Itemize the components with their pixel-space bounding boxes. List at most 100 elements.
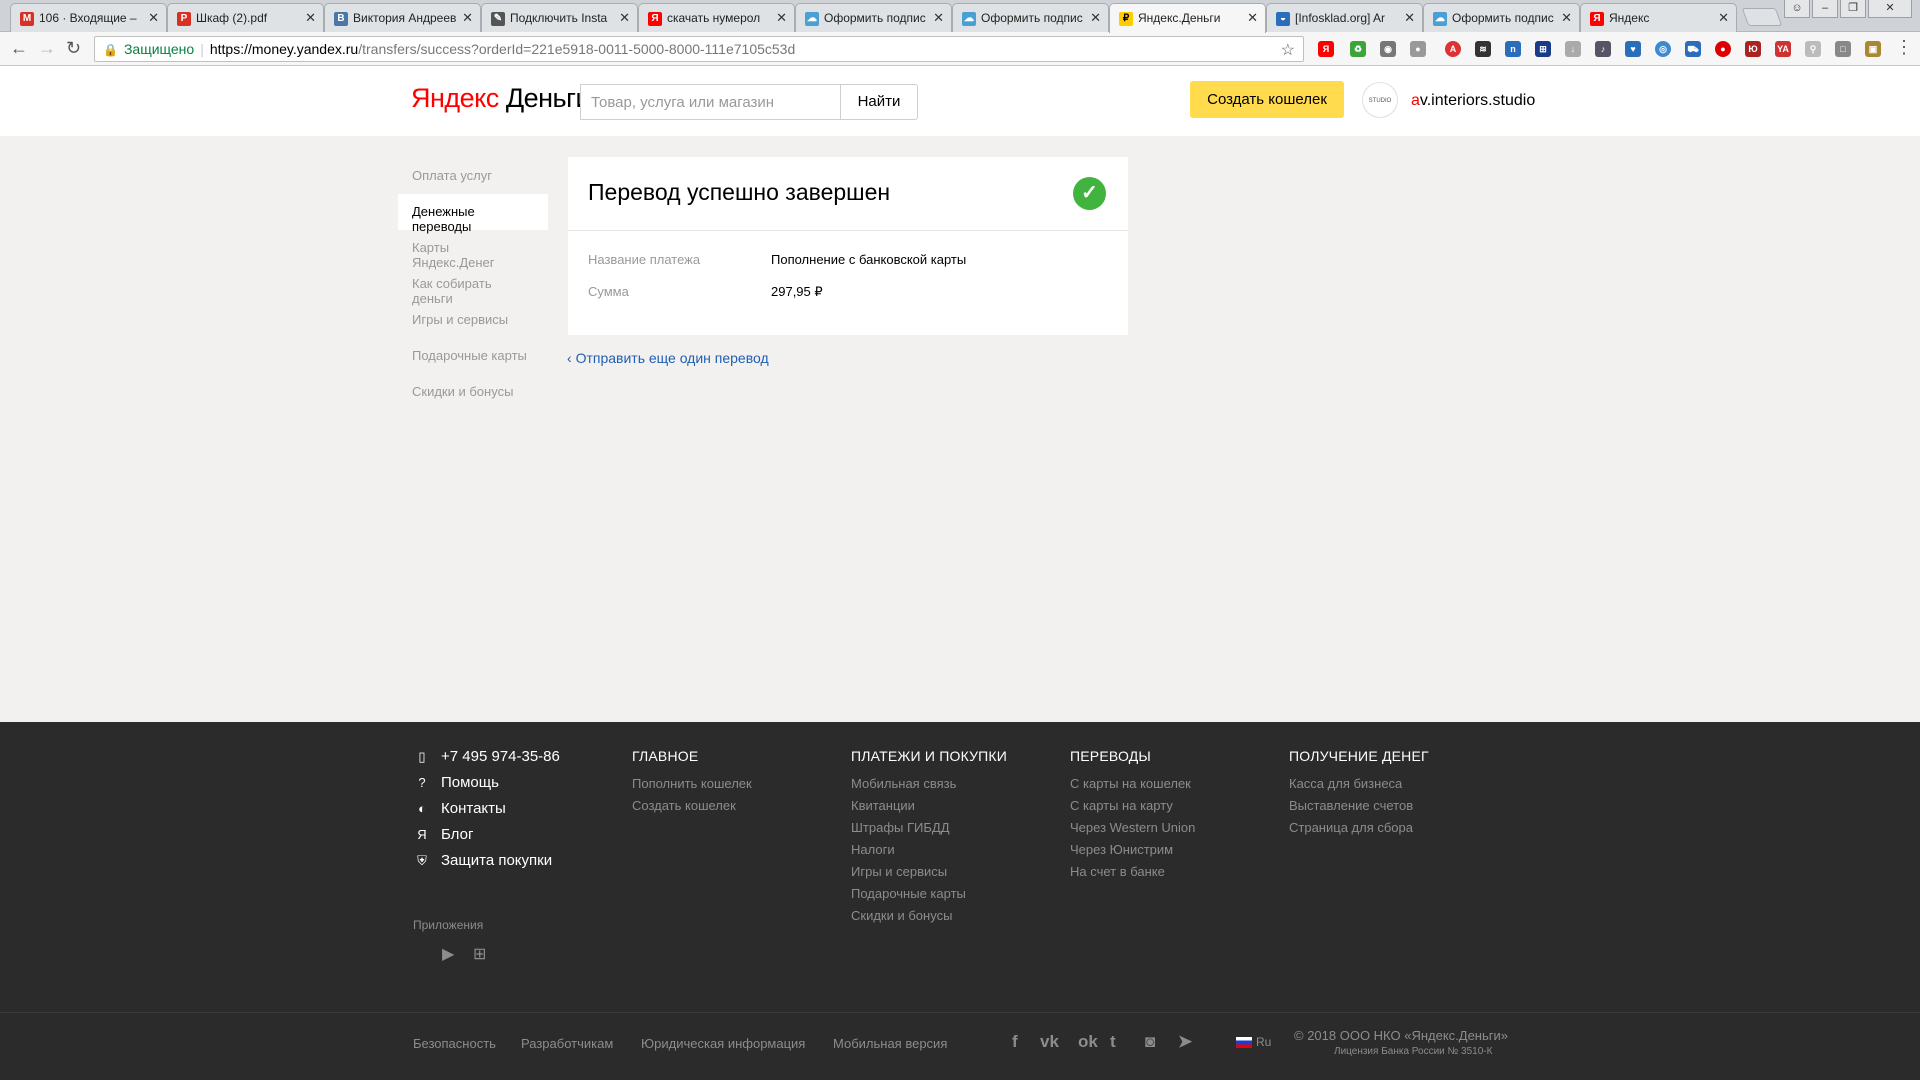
browser-menu-icon[interactable]: ⋮ xyxy=(1895,37,1913,58)
close-tab-icon[interactable]: ✕ xyxy=(1561,10,1572,26)
adblock-icon[interactable]: A xyxy=(1445,41,1461,57)
footer-link[interactable]: Касса для бизнеса xyxy=(1289,776,1429,798)
extension-icon[interactable]: YA xyxy=(1775,41,1791,57)
close-tab-icon[interactable]: ✕ xyxy=(462,10,473,26)
search-button[interactable]: Найти xyxy=(840,84,918,120)
footer-blog[interactable]: Я Блог xyxy=(413,826,473,843)
footer-contacts[interactable]: ◐ Контакты xyxy=(413,800,506,817)
browser-tab[interactable]: M 106 · Входящие – ✕ xyxy=(10,3,167,32)
close-tab-icon[interactable]: ✕ xyxy=(933,10,944,26)
extension-icon[interactable]: ● xyxy=(1410,41,1426,57)
footer-purchase-protection[interactable]: ⛨ Защита покупки xyxy=(413,852,552,869)
sidebar-item-collect[interactable]: Как собирать деньги xyxy=(398,266,548,306)
footer-link-security[interactable]: Безопасность xyxy=(413,1036,496,1051)
footer-link[interactable]: Страница для сбора xyxy=(1289,820,1429,842)
forward-icon[interactable]: → xyxy=(38,38,56,59)
odnoklassniki-icon[interactable]: ok xyxy=(1078,1032,1098,1052)
reload-icon[interactable]: ↻ xyxy=(66,38,81,59)
extension-icon[interactable]: n xyxy=(1505,41,1521,57)
telegram-icon[interactable]: ➤ xyxy=(1178,1032,1192,1052)
sidebar-item-cards[interactable]: Карты Яндекс.Денег xyxy=(398,230,548,270)
browser-tab-active[interactable]: ₽ Яндекс.Деньги ✕ xyxy=(1109,3,1266,33)
profile-icon[interactable]: ☺ xyxy=(1784,0,1810,18)
sound-extension-icon[interactable]: ♪ xyxy=(1595,41,1611,57)
yandex-extension-icon[interactable]: Я xyxy=(1318,41,1334,57)
footer-phone[interactable]: ▯ +7 495 974-35-86 xyxy=(413,748,559,765)
sidebar-item-gift-cards[interactable]: Подарочные карты xyxy=(398,338,548,374)
address-bar[interactable]: 🔒 Защищено | https://money.yandex.ru/transf… xyxy=(94,36,1304,62)
sidebar-item-discounts[interactable]: Скидки и бонусы xyxy=(398,374,548,410)
instagram-icon[interactable]: ◙ xyxy=(1145,1032,1155,1052)
create-wallet-button[interactable]: Создать кошелек xyxy=(1190,81,1344,118)
footer-link[interactable]: С карты на кошелек xyxy=(1070,776,1195,798)
footer-link[interactable]: С карты на карту xyxy=(1070,798,1195,820)
footer-link[interactable]: На счет в банке xyxy=(1070,864,1195,886)
extension-icon[interactable]: ⚲ xyxy=(1805,41,1821,57)
footer-link-legal[interactable]: Юридическая информация xyxy=(641,1036,805,1051)
extension-icon[interactable]: ▣ xyxy=(1865,41,1881,57)
extension-icon[interactable]: ◎ xyxy=(1655,41,1671,57)
avatar[interactable]: STUDIO xyxy=(1362,82,1398,118)
extension-icon[interactable]: ● xyxy=(1715,41,1731,57)
google-play-icon[interactable]: ▶ xyxy=(442,944,454,964)
sidebar-item-transfers[interactable]: Денежные переводы xyxy=(398,194,548,234)
minimize-icon[interactable]: – xyxy=(1812,0,1838,18)
sidebar-item-games[interactable]: Игры и сервисы xyxy=(398,302,548,338)
footer-help[interactable]: ? Помощь xyxy=(413,774,499,791)
new-tab-button[interactable] xyxy=(1741,8,1783,26)
footer-link[interactable]: Выставление счетов xyxy=(1289,798,1429,820)
footer-link-mobile[interactable]: Мобильная версия xyxy=(833,1036,947,1051)
footer-link[interactable]: Через Юнистрим xyxy=(1070,842,1195,864)
footer-link-developers[interactable]: Разработчикам xyxy=(521,1036,613,1051)
logo[interactable]: Яндекс Деньги xyxy=(411,83,591,114)
footer-link[interactable]: Скидки и бонусы xyxy=(851,908,1007,930)
footer-link[interactable]: Через Western Union xyxy=(1070,820,1195,842)
close-tab-icon[interactable]: ✕ xyxy=(1090,10,1101,26)
bookmark-star-icon[interactable]: ☆ xyxy=(1281,40,1295,60)
footer-link[interactable]: Игры и сервисы xyxy=(851,864,1007,886)
close-tab-icon[interactable]: ✕ xyxy=(619,10,630,26)
download-extension-icon[interactable]: ↓ xyxy=(1565,41,1581,57)
footer-link[interactable]: Налоги xyxy=(851,842,1007,864)
footer-link[interactable]: Подарочные карты xyxy=(851,886,1007,908)
vk-icon[interactable]: vk xyxy=(1040,1032,1059,1052)
language-selector[interactable]: Ru xyxy=(1236,1035,1271,1049)
footer-link[interactable]: Пополнить кошелек xyxy=(632,776,752,798)
camera-extension-icon[interactable]: ◉ xyxy=(1380,41,1396,57)
browser-tab[interactable]: Я Яндекс ✕ xyxy=(1580,3,1737,32)
extension-icon[interactable]: ⊞ xyxy=(1535,41,1551,57)
close-tab-icon[interactable]: ✕ xyxy=(148,10,159,26)
browser-tab[interactable]: ☁ Оформить подпис ✕ xyxy=(952,3,1109,32)
windows-icon[interactable]: ⊞ xyxy=(473,944,486,964)
username[interactable]: av.interiors.studio xyxy=(1411,92,1535,110)
browser-tab[interactable]: ☁ Оформить подпис ✕ xyxy=(795,3,952,32)
close-tab-icon[interactable]: ✕ xyxy=(776,10,787,26)
cart-extension-icon[interactable]: ⛟ xyxy=(1685,41,1701,57)
browser-tab[interactable]: ✎ Подключить Insta ✕ xyxy=(481,3,638,32)
footer-link[interactable]: Создать кошелек xyxy=(632,798,752,820)
facebook-icon[interactable]: f xyxy=(1012,1032,1018,1052)
close-tab-icon[interactable]: ✕ xyxy=(1247,10,1258,26)
footer-link[interactable]: Квитанции xyxy=(851,798,1007,820)
extension-icon[interactable]: □ xyxy=(1835,41,1851,57)
window-close-icon[interactable]: ✕ xyxy=(1868,0,1912,18)
extension-icon[interactable]: ♥ xyxy=(1625,41,1641,57)
footer-link[interactable]: Мобильная связь xyxy=(851,776,1007,798)
browser-tab[interactable]: ☁ Оформить подпис ✕ xyxy=(1423,3,1580,32)
close-tab-icon[interactable]: ✕ xyxy=(305,10,316,26)
browser-tab[interactable]: Яскачать нумерол ✕ xyxy=(638,3,795,32)
search-input[interactable]: Товар, услуга или магазин xyxy=(580,84,840,120)
back-icon[interactable]: ← xyxy=(10,38,28,59)
browser-tab[interactable]: P Шкаф (2).pdf ✕ xyxy=(167,3,324,32)
twitter-icon[interactable]: t xyxy=(1110,1032,1116,1052)
send-another-transfer-link[interactable]: ‹ Отправить еще один перевод xyxy=(567,350,769,366)
extension-icon[interactable]: ≋ xyxy=(1475,41,1491,57)
footer-link[interactable]: Штрафы ГИБДД xyxy=(851,820,1007,842)
browser-tab[interactable]: ◒ [Infosklad.org] Ar ✕ xyxy=(1266,3,1423,32)
sidebar-item-services[interactable]: Оплата услуг xyxy=(398,158,548,194)
close-tab-icon[interactable]: ✕ xyxy=(1718,10,1729,26)
extension-icon[interactable]: ♻ xyxy=(1350,41,1366,57)
extension-icon[interactable]: Ю xyxy=(1745,41,1761,57)
restore-icon[interactable]: ❐ xyxy=(1840,0,1866,18)
browser-tab[interactable]: В Виктория Андреев ✕ xyxy=(324,3,481,32)
